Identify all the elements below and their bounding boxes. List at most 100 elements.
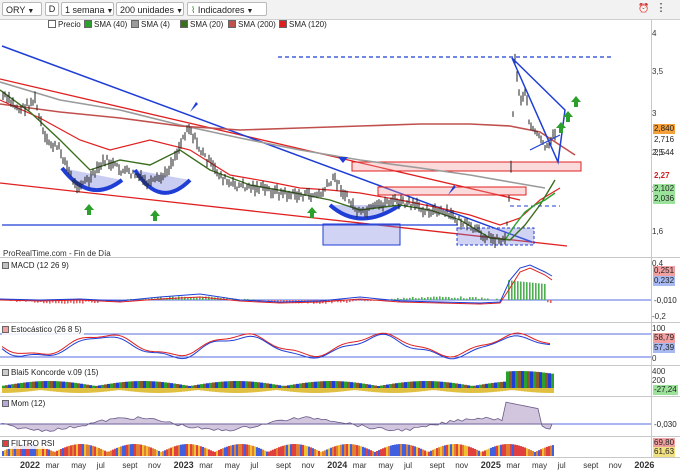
koncorde-bar — [356, 388, 359, 391]
rsi-filter-bar — [118, 447, 120, 456]
rsi-filter-bar — [332, 446, 334, 456]
koncorde-bar — [119, 382, 122, 388]
x-axis-month-label: nov — [301, 461, 315, 470]
rsi-filter-bar — [116, 447, 118, 456]
koncorde-bar — [371, 385, 374, 388]
rsi-filter-bar — [458, 444, 460, 456]
rsi-filter-bar — [426, 451, 428, 456]
macd-tag: -0,010 — [654, 296, 677, 305]
koncorde-bar — [179, 384, 182, 388]
rsi-filter-bar — [200, 446, 202, 456]
koncorde-bar — [326, 381, 329, 388]
koncorde-bar — [338, 381, 341, 388]
koncorde-bar — [476, 385, 479, 388]
koncorde-bar — [122, 382, 125, 388]
rsi-filter-bar — [516, 445, 518, 456]
koncorde-bar — [20, 388, 23, 393]
koncorde-bar — [185, 388, 188, 392]
stochastic-label[interactable]: Estocástico (26 8 5) — [2, 324, 84, 335]
koncorde-bar — [47, 388, 50, 391]
rsi-filter-bar — [490, 447, 492, 456]
price-tag-last: 2,840 — [653, 124, 676, 134]
koncorde-bar — [440, 381, 443, 388]
koncorde-bar — [173, 383, 176, 388]
price-tick: 3 — [652, 109, 657, 118]
koncorde-bar — [197, 388, 200, 391]
rsi-filter-bar — [4, 450, 6, 456]
rsi-filter-bar — [388, 446, 390, 456]
koncorde-bar — [509, 388, 512, 391]
koncorde-bar — [17, 383, 20, 388]
koncorde-bar — [98, 388, 101, 393]
rsi-filter-bar — [140, 444, 142, 456]
rsi-filter-bar — [348, 444, 350, 456]
rsi-filter-bar — [430, 450, 432, 456]
rsi-filter-bar — [120, 446, 122, 456]
koncorde-bar — [470, 388, 473, 393]
macd-bar — [469, 297, 471, 300]
koncorde-bar — [146, 388, 149, 393]
macd-bar — [283, 300, 285, 302]
rsi-filter-bar — [64, 447, 66, 456]
rsi-filter-label[interactable]: FILTRO RSI — [2, 438, 57, 449]
macd-bar — [460, 296, 462, 300]
rsi-filter-bar — [492, 447, 494, 456]
koncorde-tick: 200 — [652, 376, 666, 385]
koncorde-bar — [344, 388, 347, 392]
koncorde-bar — [377, 388, 380, 393]
rsi-filter-bar — [502, 444, 504, 456]
koncorde-bar — [134, 381, 137, 388]
koncorde-bar — [431, 388, 434, 391]
rsi-filter-bar — [548, 446, 550, 456]
momentum-label[interactable]: Mom (12) — [2, 398, 48, 409]
rsi-filter-bar — [406, 444, 408, 456]
rsi-filter-bar — [412, 445, 414, 456]
koncorde-bar — [275, 384, 278, 388]
koncorde-label[interactable]: Blai5 Koncorde v.09 (15) — [2, 367, 101, 378]
rsi-filter-bar — [92, 445, 94, 456]
koncorde-bar — [371, 388, 374, 392]
koncorde-bar — [386, 384, 389, 388]
koncorde-bar — [233, 388, 236, 393]
rsi-filter-bar — [302, 444, 304, 456]
rsi-filter-bar — [540, 449, 542, 456]
koncorde-bar — [410, 381, 413, 388]
koncorde-bar — [35, 381, 38, 388]
rsi-filter-bar — [500, 444, 502, 456]
koncorde-bar — [188, 388, 191, 391]
koncorde-bar — [512, 371, 515, 388]
koncorde-bar — [431, 381, 434, 388]
koncorde-bar — [74, 382, 77, 388]
color-swatch — [2, 400, 9, 407]
rsi-filter-bar — [312, 448, 314, 456]
arrow-up-icon — [556, 122, 566, 133]
rsi-filter-bar — [182, 444, 184, 456]
koncorde-bar — [68, 388, 71, 393]
x-axis-month-label: sept — [276, 461, 292, 470]
macd-bar — [352, 300, 354, 302]
rsi-filter-bar — [284, 445, 286, 456]
koncorde-bar — [326, 388, 329, 393]
price-tag: 2,716 — [654, 135, 675, 144]
rsi-filter-bar — [350, 444, 352, 456]
rsi-filter-bar — [518, 445, 520, 456]
koncorde-bar — [236, 388, 239, 393]
macd-label[interactable]: MACD (12 26 9) — [2, 260, 71, 271]
rsi-filter-bar — [90, 445, 92, 456]
rsi-filter-bar — [102, 449, 104, 456]
rsi-filter-bar — [422, 449, 424, 456]
rsi-filter-bar — [460, 444, 462, 456]
koncorde-bar — [209, 382, 212, 388]
koncorde-bar — [98, 385, 101, 388]
price-tag: 2,27 — [654, 171, 670, 180]
rsi-filter-bar — [318, 450, 320, 456]
koncorde-bar — [143, 381, 146, 388]
koncorde-bar — [20, 382, 23, 388]
rsi-filter-bar — [464, 445, 466, 456]
koncorde-bar — [104, 388, 107, 392]
koncorde-bar — [416, 388, 419, 392]
rsi-filter-bar — [132, 444, 134, 456]
macd-bar — [445, 296, 447, 300]
rsi-filter-bar — [80, 444, 82, 456]
koncorde-bar — [29, 381, 32, 388]
